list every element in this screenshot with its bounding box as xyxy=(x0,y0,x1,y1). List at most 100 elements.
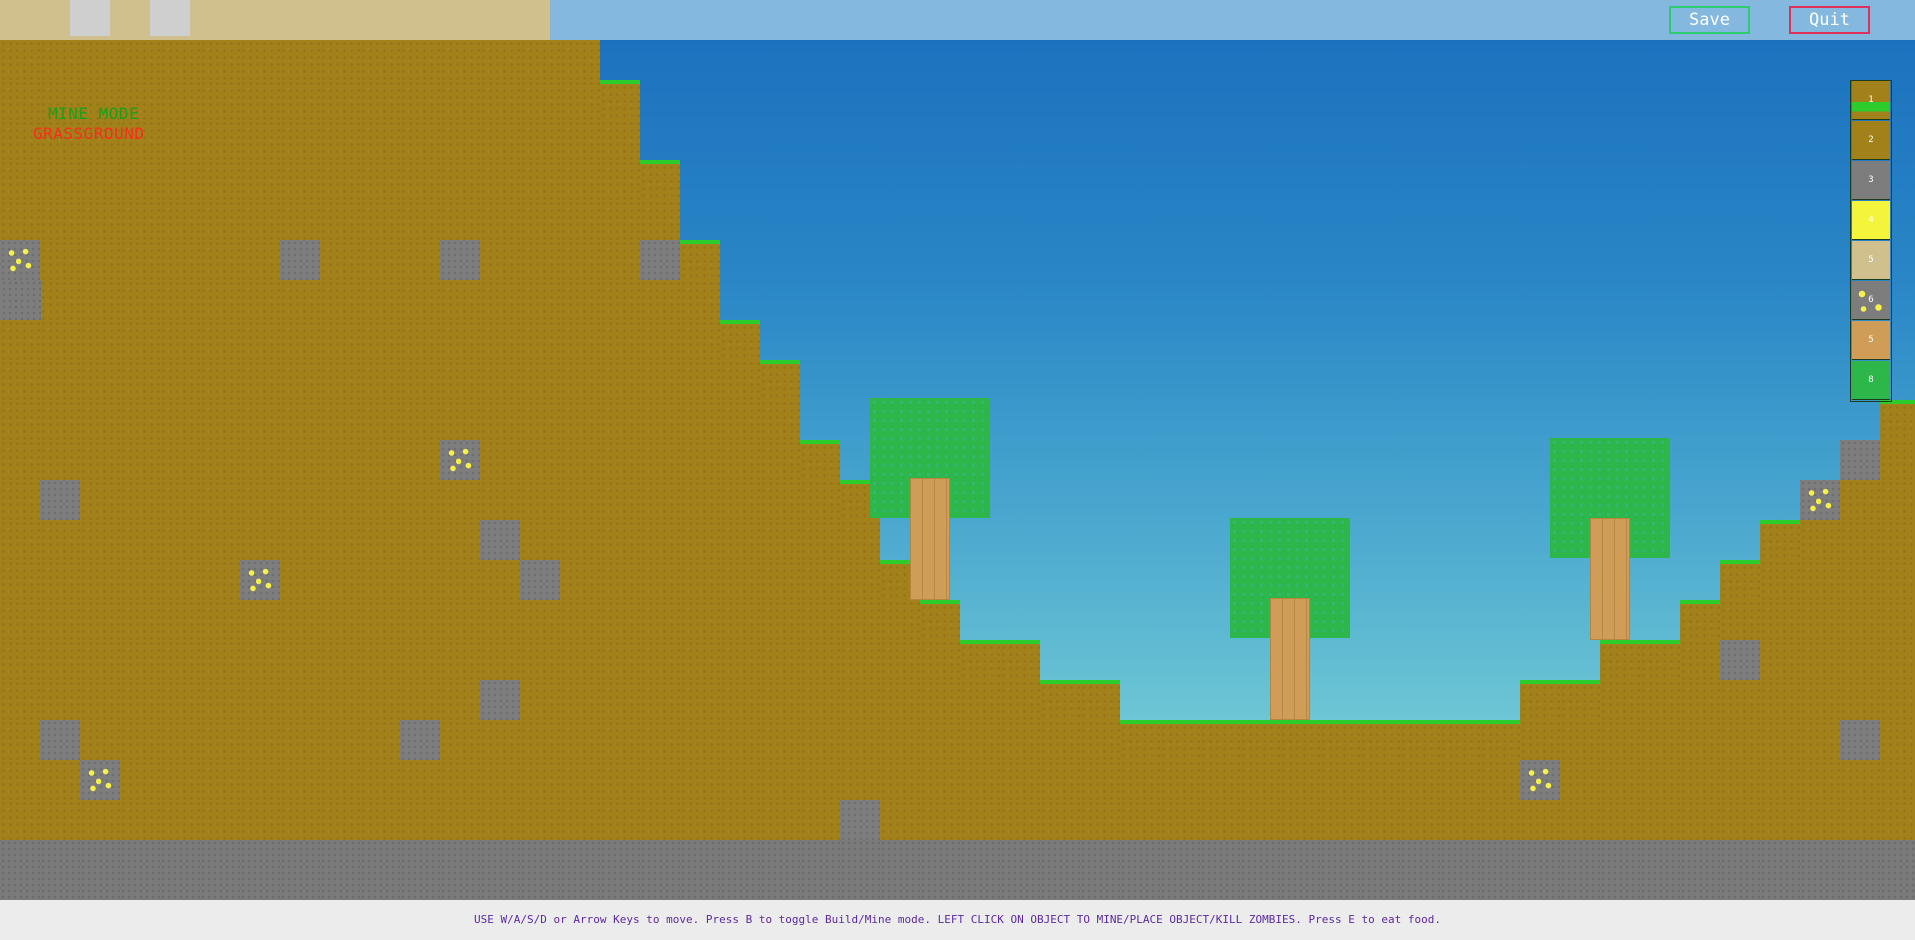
dirt-block[interactable] xyxy=(1560,720,1600,760)
dirt-block[interactable] xyxy=(240,640,280,680)
dirt-block[interactable] xyxy=(520,640,560,680)
grass-block[interactable] xyxy=(1560,680,1600,720)
bedrock-block[interactable] xyxy=(760,840,800,900)
dirt-block[interactable] xyxy=(280,520,320,560)
dirt-block[interactable] xyxy=(1840,800,1880,840)
dirt-block[interactable] xyxy=(680,640,720,680)
dirt-block[interactable] xyxy=(240,760,280,800)
dirt-block[interactable] xyxy=(440,480,480,520)
dirt-block[interactable] xyxy=(1680,760,1720,800)
dirt-block[interactable] xyxy=(40,320,80,360)
dirt-block[interactable] xyxy=(560,120,600,160)
bedrock-block[interactable] xyxy=(1120,840,1160,900)
dirt-block[interactable] xyxy=(680,400,720,440)
dirt-block[interactable] xyxy=(280,720,320,760)
dirt-block[interactable] xyxy=(520,520,560,560)
dirt-block[interactable] xyxy=(800,720,840,760)
dirt-block[interactable] xyxy=(320,680,360,720)
grass-block[interactable] xyxy=(1080,680,1120,720)
bedrock-block[interactable] xyxy=(1000,840,1040,900)
bedrock-block[interactable] xyxy=(1600,840,1640,900)
dirt-block[interactable] xyxy=(360,800,400,840)
bedrock-block[interactable] xyxy=(1400,840,1440,900)
dirt-block[interactable] xyxy=(240,120,280,160)
dirt-block[interactable] xyxy=(160,40,200,80)
dirt-block[interactable] xyxy=(240,240,280,280)
dirt-block[interactable] xyxy=(960,760,1000,800)
hotbar-slot-light[interactable]: 4 xyxy=(1852,201,1890,240)
bedrock-block[interactable] xyxy=(520,840,560,900)
bedrock-block[interactable] xyxy=(1680,840,1720,900)
dirt-block[interactable] xyxy=(160,80,200,120)
dirt-block[interactable] xyxy=(920,680,960,720)
dirt-block[interactable] xyxy=(520,800,560,840)
dirt-block[interactable] xyxy=(40,440,80,480)
dirt-block[interactable] xyxy=(840,560,880,600)
dirt-block[interactable] xyxy=(360,520,400,560)
dirt-block[interactable] xyxy=(400,800,440,840)
dirt-block[interactable] xyxy=(80,40,120,80)
dirt-block[interactable] xyxy=(640,600,680,640)
bedrock-block[interactable] xyxy=(1560,840,1600,900)
bedrock-block[interactable] xyxy=(160,840,200,900)
bedrock-block[interactable] xyxy=(1840,840,1880,900)
dirt-block[interactable] xyxy=(640,480,680,520)
dirt-block[interactable] xyxy=(1720,600,1760,640)
dirt-block[interactable] xyxy=(40,400,80,440)
stone-block[interactable] xyxy=(1,280,41,320)
dirt-block[interactable] xyxy=(1840,480,1880,520)
dirt-block[interactable] xyxy=(1880,640,1915,680)
dirt-block[interactable] xyxy=(640,520,680,560)
dirt-block[interactable] xyxy=(1840,680,1880,720)
dirt-block[interactable] xyxy=(760,680,800,720)
dirt-block[interactable] xyxy=(120,280,160,320)
grass-block[interactable] xyxy=(1760,520,1800,560)
dirt-block[interactable] xyxy=(640,640,680,680)
dirt-block[interactable] xyxy=(360,320,400,360)
dirt-block[interactable] xyxy=(240,440,280,480)
gold-ore-block[interactable] xyxy=(0,240,40,280)
dirt-block[interactable] xyxy=(320,560,360,600)
dirt-block[interactable] xyxy=(1240,800,1280,840)
dirt-block[interactable] xyxy=(1440,800,1480,840)
dirt-block[interactable] xyxy=(360,560,400,600)
dirt-block[interactable] xyxy=(80,680,120,720)
dirt-block[interactable] xyxy=(0,320,40,360)
grass-block[interactable] xyxy=(1000,640,1040,680)
dirt-block[interactable] xyxy=(1760,720,1800,760)
dirt-block[interactable] xyxy=(280,640,320,680)
dirt-block[interactable] xyxy=(600,640,640,680)
dirt-block[interactable] xyxy=(600,600,640,640)
dirt-block[interactable] xyxy=(440,40,480,80)
dirt-block[interactable] xyxy=(1880,480,1915,520)
dirt-block[interactable] xyxy=(600,480,640,520)
dirt-block[interactable] xyxy=(0,640,40,680)
dirt-block[interactable] xyxy=(480,40,520,80)
dirt-block[interactable] xyxy=(400,360,440,400)
stone-block[interactable] xyxy=(520,560,560,600)
hotbar-slot-stone[interactable]: 3 xyxy=(1852,161,1890,200)
dirt-block[interactable] xyxy=(1560,800,1600,840)
dirt-block[interactable] xyxy=(160,400,200,440)
dirt-block[interactable] xyxy=(560,400,600,440)
dirt-block[interactable] xyxy=(640,680,680,720)
dirt-block[interactable] xyxy=(480,200,520,240)
dirt-block[interactable] xyxy=(0,680,40,720)
dirt-block[interactable] xyxy=(560,440,600,480)
dirt-block[interactable] xyxy=(480,560,520,600)
bedrock-block[interactable] xyxy=(360,840,400,900)
dirt-block[interactable] xyxy=(320,280,360,320)
dirt-block[interactable] xyxy=(120,720,160,760)
dirt-block[interactable] xyxy=(520,680,560,720)
dirt-block[interactable] xyxy=(0,80,40,120)
bedrock-block[interactable] xyxy=(440,840,480,900)
dirt-block[interactable] xyxy=(840,600,880,640)
dirt-block[interactable] xyxy=(680,480,720,520)
dirt-block[interactable] xyxy=(1760,600,1800,640)
dirt-block[interactable] xyxy=(480,400,520,440)
dirt-block[interactable] xyxy=(520,600,560,640)
grass-block[interactable] xyxy=(1280,720,1320,760)
grass-block[interactable] xyxy=(600,80,640,120)
dirt-block[interactable] xyxy=(280,440,320,480)
dirt-block[interactable] xyxy=(360,680,400,720)
